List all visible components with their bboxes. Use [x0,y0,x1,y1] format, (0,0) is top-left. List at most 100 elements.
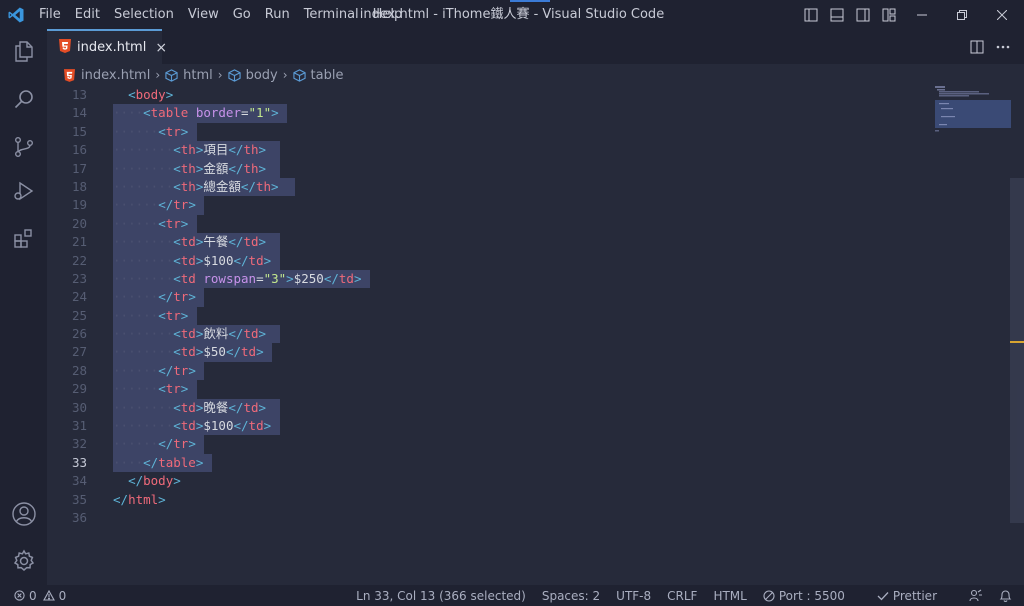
code-line[interactable]: ········<td>晚餐</td> [113,398,361,418]
code-token: td [180,418,196,434]
indent-guide: ·· [128,436,144,452]
menu-go[interactable]: Go [226,0,258,29]
symbol-cube-icon [227,68,241,82]
code-text: ········<th>項目</th> [113,142,266,157]
restore-icon[interactable] [944,0,980,29]
code-text: <body> [113,87,173,102]
minimize-icon[interactable] [904,0,940,29]
line-number: 23 [71,270,87,286]
encoding[interactable]: UTF-8 [616,589,651,603]
code-line[interactable] [113,509,361,527]
window-title: index.html - iThome鐵人賽 - Visual Studio C… [359,7,665,22]
code-token: > [188,197,196,213]
code-line[interactable]: ······</tr> [113,435,361,454]
code-line[interactable]: ········<td>$100</td> [113,417,361,436]
explorer-icon[interactable] [0,29,47,73]
code-line[interactable]: ········<th>總金額</th> [113,177,361,197]
check-icon [877,591,889,601]
more-actions-icon[interactable] [990,45,1016,49]
breadcrumb-table[interactable]: table [292,68,343,83]
indent-guide: ·· [158,326,174,342]
extensions-icon[interactable] [0,217,47,261]
vertical-scrollbar[interactable] [1010,178,1024,523]
minimap[interactable] [935,86,1012,186]
indent-guide: ·· [113,215,129,231]
code-line[interactable]: ········<th>金額</th> [113,159,361,178]
indent-guide: ·· [128,215,144,231]
code-line[interactable]: </body> [113,472,361,490]
bell-icon[interactable] [999,589,1012,603]
toggle-primary-sidebar-icon[interactable] [800,0,822,29]
live-server-port[interactable]: Port : 5500 [763,589,861,603]
code-text: ······</tr> [113,289,196,304]
indent-guide: ·· [128,399,144,415]
code-token: 飲料 [203,326,229,342]
code-line[interactable]: ······<tr> [113,306,361,326]
code-line[interactable]: ········<th>項目</th> [113,141,361,160]
breadcrumb-body[interactable]: body [227,68,278,83]
code-line[interactable]: ········<td>$50</td> [113,343,361,362]
breadcrumb-file[interactable]: index.html [64,68,150,83]
code-line[interactable]: ········<td>$100</td> [113,251,361,270]
warning-icon [42,590,55,601]
source-control-icon[interactable] [0,125,47,169]
account-icon[interactable] [0,492,47,536]
code-line[interactable]: ······</tr> [113,196,361,215]
status-right: Ln 33, Col 13 (366 selected) Spaces: 2 U… [356,585,1024,606]
indent-guide: ·· [113,270,129,286]
code-line[interactable]: ······</tr> [113,361,361,381]
code-token: tr [173,289,189,305]
code-line[interactable]: ····<table border="1"> [113,104,361,123]
code-editor[interactable]: 13 14 15 16 17 18 19 20 21 22 23 24 25 26 27 28 29 30 31 32… [47,86,1024,585]
code-line[interactable]: ········<td>飲料</td> [113,325,361,344]
code-token: </ [228,142,244,158]
code-token: "1" [248,105,272,121]
indent-guide: ·· [143,142,159,158]
code-token: 總金額 [203,178,241,194]
problems-status[interactable]: 0 0 [14,589,66,603]
code-line[interactable]: ········<td rowspan="3">$250</td> [113,269,371,289]
tab-index-html[interactable]: index.html × [47,29,167,64]
breadcrumb-html[interactable]: html [165,68,213,83]
code-token: </ [240,178,256,194]
menu-edit[interactable]: Edit [68,0,107,29]
feedback-icon[interactable] [969,589,983,603]
code-line[interactable]: ······<tr> [113,214,361,234]
indentation[interactable]: Spaces: 2 [542,589,600,603]
code-line[interactable]: ······<tr> [113,380,361,399]
run-debug-icon[interactable] [0,169,47,213]
code-line[interactable]: ······<tr> [113,122,361,142]
menu-selection[interactable]: Selection [107,0,181,29]
code-area[interactable]: <body> ····<table border="1"> ······<tr> ··… [113,86,371,527]
end-of-line[interactable]: CRLF [667,589,697,603]
menu-file[interactable]: File [32,0,68,29]
code-line[interactable]: ······</tr> [113,288,361,307]
code-token: $250 [293,270,324,286]
code-line[interactable]: ········<td>午餐</td> [113,233,361,252]
customize-layout-icon[interactable] [878,0,900,29]
warning-count: 0 [58,588,67,603]
tab-close-icon[interactable]: × [155,40,167,56]
menu-run[interactable]: Run [258,0,297,29]
prettier-status[interactable]: Prettier [877,589,953,603]
settings-gear-icon[interactable] [0,539,47,583]
code-token: > [258,326,267,342]
indent-guide: ·· [113,160,129,176]
indent-guide: ·· [143,418,159,434]
code-line[interactable]: ····</table> [113,453,361,473]
menu-view[interactable]: View [181,0,226,29]
line-number: 13 [71,87,87,102]
menu-terminal[interactable]: Terminal [297,0,366,29]
close-window-icon[interactable] [984,0,1020,29]
toggle-secondary-sidebar-icon[interactable] [852,0,874,29]
code-line[interactable]: </html> [113,491,361,509]
split-editor-icon[interactable] [964,40,990,54]
search-icon[interactable] [0,77,47,121]
indent-guide: ·· [128,234,144,250]
code-line[interactable]: <body> [113,86,361,104]
indent-guide: ·· [113,381,129,397]
toggle-panel-icon[interactable] [826,0,848,29]
cursor-position[interactable]: Ln 33, Col 13 (366 selected) [356,589,526,603]
indent-guide: ·· [143,178,159,194]
language-mode[interactable]: HTML [713,589,746,603]
